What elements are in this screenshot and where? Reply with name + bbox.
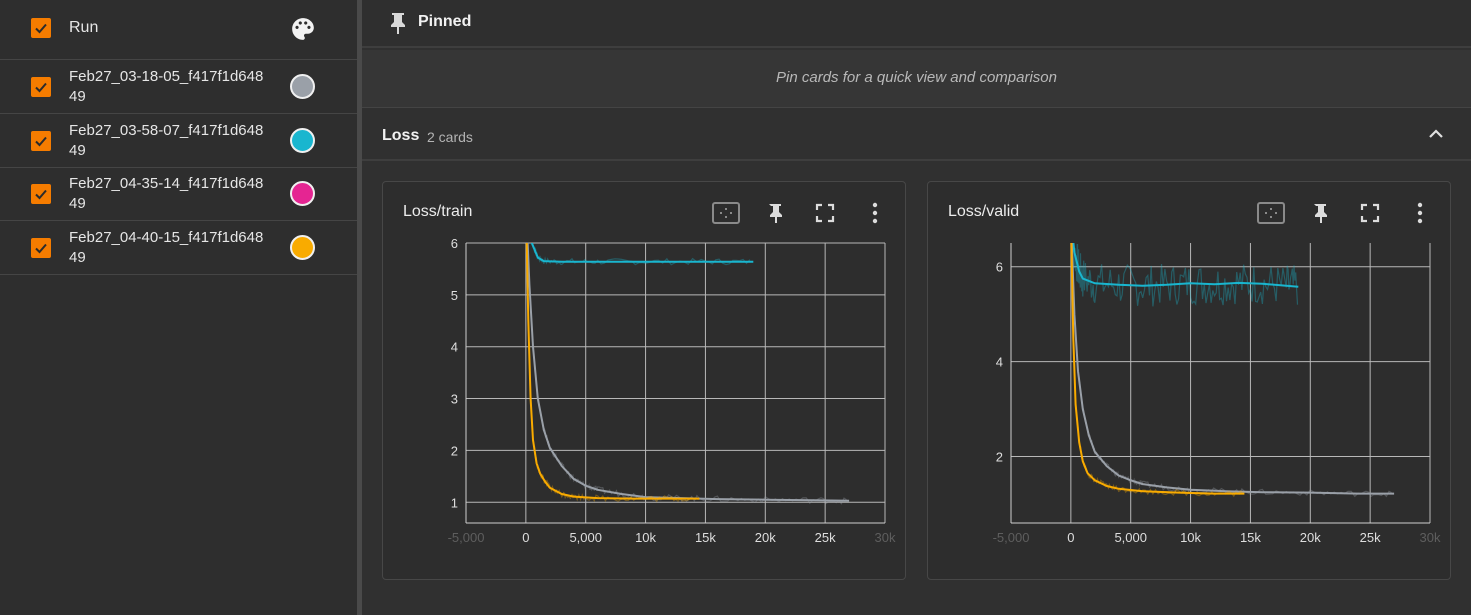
run-name: Feb27_03-58-07_f417f1d64849 (69, 122, 264, 159)
x-tick-label: 30k (1420, 530, 1441, 545)
loss-valid-chart[interactable]: -5,000 0 5,000 10k 15k 20k 25k 30k 2 4 6 (928, 182, 1452, 581)
main-content: Pinned Pin cards for a quick view and co… (362, 0, 1471, 615)
select-all-checkbox[interactable] (31, 18, 51, 38)
run-color-swatch[interactable] (290, 235, 315, 260)
runs-table-header: Run (0, 0, 357, 60)
series-raw-line (530, 243, 751, 266)
x-tick-label: 0 (1067, 530, 1074, 545)
series-line[interactable] (1071, 219, 1299, 288)
checkbox-checked-icon (35, 23, 47, 34)
runs-sidebar: Run Feb27_03-18-05_f417f1d64849 Feb27_03… (0, 0, 357, 615)
y-tick-label: 6 (996, 260, 1003, 275)
pinned-title: Pinned (418, 13, 472, 30)
y-tick-label: 1 (451, 495, 458, 510)
x-tick-label: 5,000 (569, 530, 602, 545)
x-tick-label: -5,000 (448, 530, 485, 545)
x-tick-label: 25k (815, 530, 836, 545)
series-line[interactable] (1070, 219, 1395, 495)
run-column-header: Run (69, 19, 99, 36)
series-raw-line (527, 243, 847, 505)
run-row[interactable]: Feb27_03-58-07_f417f1d64849 (0, 114, 357, 168)
y-tick-label: 4 (996, 355, 1003, 370)
run-color-swatch[interactable] (290, 74, 315, 99)
series-line[interactable] (525, 202, 700, 500)
run-row[interactable]: Feb27_04-40-15_f417f1d64849 (0, 221, 357, 275)
run-name: Feb27_04-40-15_f417f1d64849 (69, 229, 264, 266)
pinned-empty-area: Pin cards for a quick view and compariso… (362, 50, 1471, 108)
checkbox-checked-icon (35, 243, 47, 254)
run-checkbox[interactable] (31, 131, 51, 151)
x-tick-label: 20k (1300, 530, 1321, 545)
palette-icon[interactable] (290, 16, 316, 42)
x-tick-label: 0 (522, 530, 529, 545)
checkbox-checked-icon (35, 82, 47, 93)
run-row[interactable]: Feb27_04-35-14_f417f1d64849 (0, 167, 357, 221)
run-color-swatch[interactable] (290, 181, 315, 206)
checkbox-checked-icon (35, 189, 47, 200)
series-line[interactable] (526, 202, 754, 263)
y-tick-label: 3 (451, 392, 458, 407)
run-checkbox[interactable] (31, 184, 51, 204)
series-raw-line (1071, 243, 1299, 307)
x-tick-label: 5,000 (1114, 530, 1147, 545)
x-tick-label: 30k (875, 530, 896, 545)
x-tick-label: 15k (695, 530, 716, 545)
x-tick-label: 10k (635, 530, 656, 545)
y-tick-label: 4 (451, 340, 458, 355)
group-title: Loss (382, 127, 420, 144)
run-checkbox[interactable] (31, 238, 51, 258)
series-raw-line (1071, 243, 1392, 498)
pinned-empty-message: Pin cards for a quick view and compariso… (776, 69, 1057, 86)
run-row[interactable]: Feb27_03-18-05_f417f1d64849 (0, 60, 357, 114)
x-tick-label: 10k (1180, 530, 1201, 545)
loss-train-chart[interactable]: -5,000 0 5,000 10k 15k 20k 25k 30k 1 2 3 4 5 6 (383, 182, 907, 581)
run-name: Feb27_03-18-05_f417f1d64849 (69, 68, 264, 105)
x-tick-label: 25k (1360, 530, 1381, 545)
run-checkbox[interactable] (31, 77, 51, 97)
series-raw-line (526, 243, 698, 503)
loss-group-header[interactable]: Loss 2 cards (362, 109, 1471, 161)
x-tick-label: -5,000 (993, 530, 1030, 545)
y-tick-label: 2 (996, 450, 1003, 465)
pin-icon (391, 13, 405, 34)
scalar-card: Loss/train -5,000 0 5,000 10k 15k 20k 25k 30k 1 2… (382, 181, 906, 580)
y-tick-label: 2 (451, 443, 458, 458)
run-name: Feb27_04-35-14_f417f1d64849 (69, 175, 264, 212)
y-tick-label: 5 (451, 288, 458, 303)
series-line[interactable] (526, 202, 850, 502)
x-tick-label: 15k (1240, 530, 1261, 545)
checkbox-checked-icon (35, 136, 47, 147)
y-tick-label: 6 (451, 236, 458, 251)
chevron-up-icon[interactable] (1427, 125, 1445, 143)
pinned-section-header: Pinned (362, 0, 1471, 48)
run-color-swatch[interactable] (290, 128, 315, 153)
group-card-count: 2 cards (427, 129, 473, 145)
scalar-card: Loss/valid -5,000 0 5,000 10k 15k 20k 25k 30k 2 4… (927, 181, 1451, 580)
x-tick-label: 20k (755, 530, 776, 545)
